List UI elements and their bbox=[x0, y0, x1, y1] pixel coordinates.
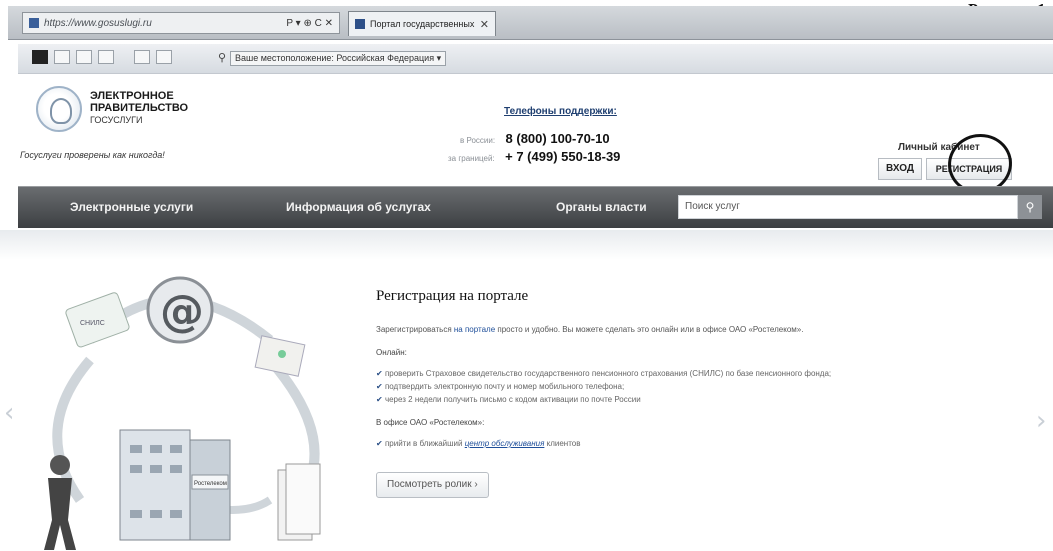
illustration-graphic: СНИЛС @ Ростелеком bbox=[44, 276, 321, 550]
rostelecom-office-icon: Ростелеком bbox=[119, 429, 231, 541]
site-favicon-icon bbox=[29, 18, 39, 28]
support-row-abroad: за границей: + 7 (499) 550-18-39 bbox=[448, 148, 620, 166]
nav-item-electronic-services[interactable]: Электронные услуги bbox=[70, 200, 193, 214]
office-steps-list: прийти в ближайший центр обслуживания кл… bbox=[376, 439, 936, 448]
support-row-russia: в России: 8 (800) 100-70-10 bbox=[460, 130, 610, 148]
watch-video-button[interactable]: Посмотреть ролик › bbox=[376, 472, 489, 498]
list-view-icon[interactable] bbox=[76, 50, 92, 64]
carousel-prev-icon[interactable]: ‹ bbox=[4, 398, 14, 428]
browser-tab[interactable]: Портал государственных ... ✕ bbox=[348, 11, 496, 36]
portal-link[interactable]: на портале bbox=[454, 325, 495, 334]
browser-toolbar: https://www.gosuslugi.ru P ▾ ⊕ C ✕ Порта… bbox=[8, 6, 1053, 40]
content-title: Регистрация на портале bbox=[376, 288, 529, 304]
view-mode-switcher bbox=[32, 50, 172, 64]
list-item: прийти в ближайший центр обслуживания кл… bbox=[376, 439, 936, 448]
snils-card-icon: СНИЛС bbox=[65, 292, 130, 348]
person-icon bbox=[44, 455, 76, 550]
site-header: ЭЛЕКТРОННОЕ ПРАВИТЕЛЬСТВО ГОСУСЛУГИ Госу… bbox=[18, 76, 1053, 199]
watch-video-label: Посмотреть ролик bbox=[387, 479, 472, 490]
carousel-next-icon[interactable]: › bbox=[1036, 406, 1046, 436]
separator bbox=[120, 50, 128, 64]
support-phone: + 7 (499) 550-18-39 bbox=[505, 149, 621, 164]
office-suffix: клиентов bbox=[544, 439, 581, 448]
intro-text: Зарегистрироваться на портале просто и у… bbox=[376, 325, 936, 334]
svg-text:Ростелеком: Ростелеком bbox=[194, 481, 227, 487]
intro-suffix: просто и удобно. Вы можете сделать это о… bbox=[495, 325, 804, 334]
normal-view-icon[interactable] bbox=[32, 50, 48, 64]
support-region: в России: bbox=[460, 136, 496, 145]
svg-text:@: @ bbox=[160, 286, 204, 337]
intro-prefix: Зарегистрироваться bbox=[376, 325, 454, 334]
location-pin-icon: ⚲ bbox=[218, 52, 227, 64]
site-toolbar: ⚲ Ваше местоположение: Российская Федера… bbox=[18, 44, 1053, 74]
address-tools[interactable]: P ▾ ⊕ C ✕ bbox=[286, 18, 333, 29]
logo-text[interactable]: ЭЛЕКТРОННОЕ ПРАВИТЕЛЬСТВО ГОСУСЛУГИ bbox=[90, 90, 188, 126]
grid-view-icon[interactable] bbox=[54, 50, 70, 64]
office-prefix: прийти в ближайший bbox=[384, 439, 465, 448]
search-icon[interactable]: ⚲ bbox=[1018, 195, 1042, 219]
accessibility-view-icon[interactable] bbox=[98, 50, 114, 64]
address-bar[interactable]: https://www.gosuslugi.ru P ▾ ⊕ C ✕ bbox=[22, 12, 340, 34]
tab-title: Портал государственных ... bbox=[370, 19, 476, 29]
nav-item-authorities[interactable]: Органы власти bbox=[556, 200, 647, 214]
search-input[interactable]: Поиск услуг bbox=[678, 195, 1018, 219]
card-label: СНИЛС bbox=[80, 320, 105, 327]
slogan: Госуслуги проверены как никогда! bbox=[20, 150, 165, 160]
eye-icon[interactable] bbox=[134, 50, 150, 64]
tab-favicon-icon bbox=[355, 19, 365, 29]
support-region: за границей: bbox=[448, 154, 495, 163]
office-section-title: В офисе ОАО «Ростелеком»: bbox=[376, 418, 485, 427]
check-icon[interactable] bbox=[156, 50, 172, 64]
header-shadow bbox=[0, 230, 1053, 260]
address-url[interactable]: https://www.gosuslugi.ru bbox=[44, 18, 286, 29]
registration-content: Регистрация на портале Зарегистрироватьс… bbox=[376, 288, 936, 498]
login-button[interactable]: ВХОД bbox=[878, 158, 922, 180]
location-selector[interactable]: Ваше местоположение: Российская Федераци… bbox=[230, 51, 447, 66]
service-center-link[interactable]: центр обслуживания bbox=[465, 439, 545, 448]
online-steps-list: проверить Страховое свидетельство госуда… bbox=[376, 369, 936, 404]
page-root: Рисунок 1 https://www.gosuslugi.ru P ▾ ⊕… bbox=[0, 0, 1053, 551]
registration-illustration: СНИЛС @ Ростелеком bbox=[20, 270, 360, 551]
main-nav: Электронные услуги Информация об услугах… bbox=[18, 186, 1053, 228]
nav-item-service-info[interactable]: Информация об услугах bbox=[286, 200, 431, 214]
logo-line-2: ПРАВИТЕЛЬСТВО bbox=[90, 102, 189, 114]
emblem-logo-icon[interactable] bbox=[36, 86, 82, 132]
logo-line-1: ЭЛЕКТРОННОЕ bbox=[90, 90, 174, 102]
support-phone: 8 (800) 100-70-10 bbox=[505, 131, 610, 146]
list-item: через 2 недели получить письмо с кодом а… bbox=[376, 395, 936, 404]
list-item: проверить Страховое свидетельство госуда… bbox=[376, 369, 936, 378]
list-item: подтвердить электронную почту и номер мо… bbox=[376, 382, 936, 391]
documents-icon bbox=[277, 463, 321, 541]
tab-close-icon[interactable]: ✕ bbox=[480, 18, 489, 31]
support-title[interactable]: Телефоны поддержки: bbox=[504, 106, 617, 117]
online-section-title: Онлайн: bbox=[376, 348, 407, 357]
chevron-right-icon: › bbox=[474, 479, 478, 490]
logo-line-3: ГОСУСЛУГИ bbox=[90, 115, 143, 125]
